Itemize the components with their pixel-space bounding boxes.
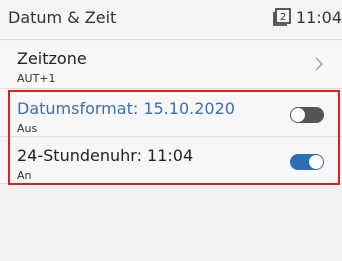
chevron-right-icon [315, 57, 323, 71]
setting-row-datumsformat[interactable]: Datumsformat: 15.10.2020 Aus [0, 91, 342, 137]
clock-time: 11:04 [295, 7, 342, 27]
setting-row-zeitzone[interactable]: Zeitzone AUT+1 [0, 41, 342, 89]
toggle-knob [309, 155, 323, 169]
zeitzone-value: AUT+1 [17, 72, 56, 85]
top-bar: Datum & Zeit 2 11:04 [0, 0, 342, 40]
zeitzone-label: Zeitzone [17, 49, 87, 68]
datumsformat-state: Aus [17, 122, 38, 135]
toggle-knob [291, 108, 305, 122]
status-area: 2 11:04 [272, 7, 342, 27]
datumsformat-label: Datumsformat: 15.10.2020 [17, 99, 235, 118]
notification-count-icon: 2 [273, 8, 291, 26]
datumsformat-toggle[interactable] [290, 107, 324, 123]
page-title: Datum & Zeit [8, 8, 117, 27]
svg-text:2: 2 [280, 12, 286, 23]
empty-area [0, 185, 342, 261]
setting-row-24-stundenuhr[interactable]: 24-Stundenuhr: 11:04 An [0, 138, 342, 184]
stundenuhr-label: 24-Stundenuhr: 11:04 [17, 146, 194, 165]
stundenuhr-state: An [17, 169, 32, 182]
stundenuhr-toggle[interactable] [290, 154, 324, 170]
